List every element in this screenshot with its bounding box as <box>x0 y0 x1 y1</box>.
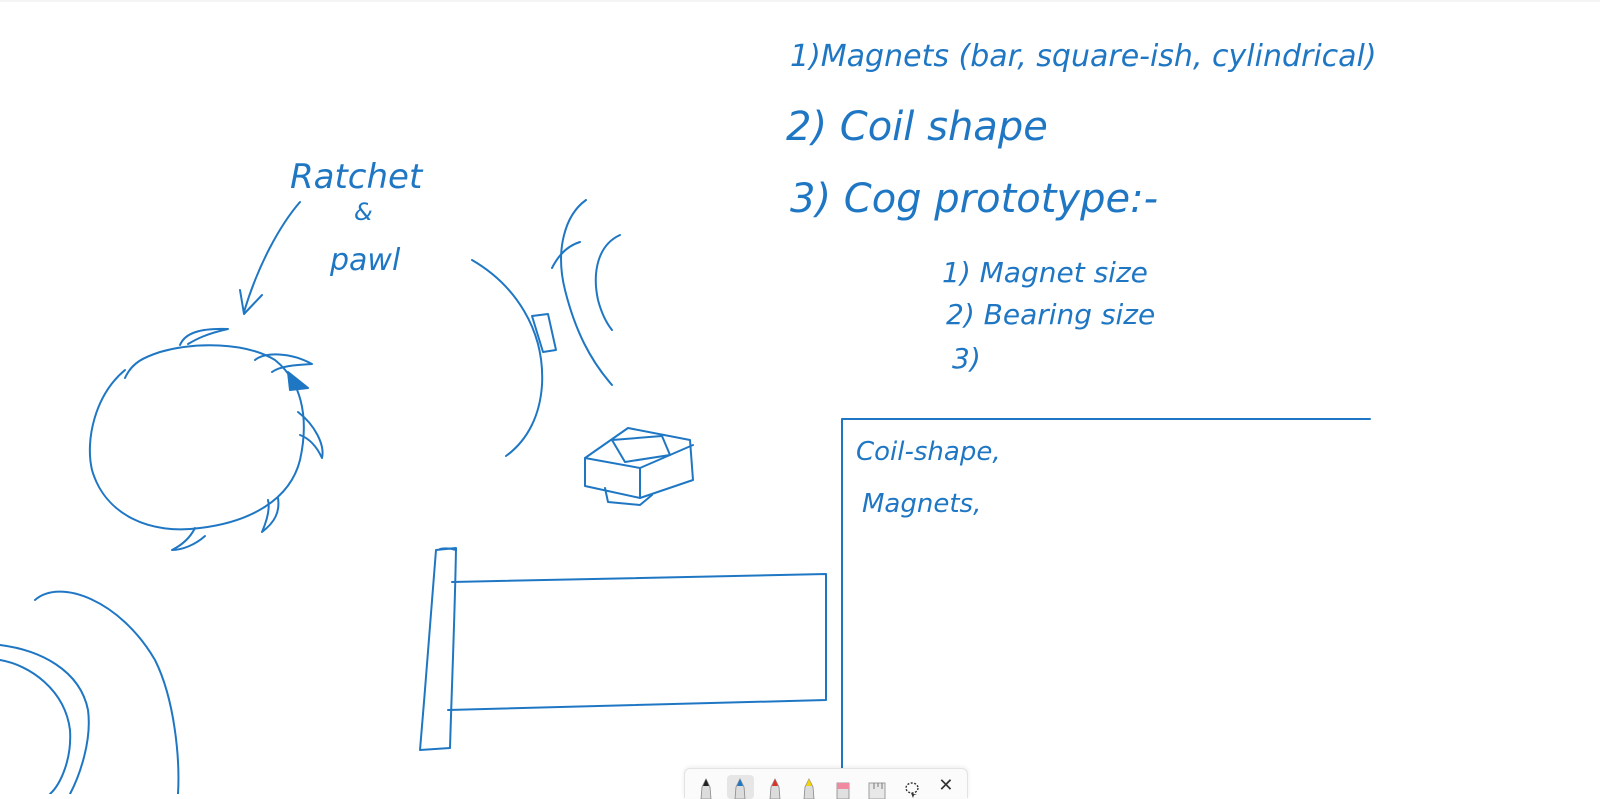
lasso-select-button[interactable] <box>899 775 925 799</box>
sketch-label-pawl: pawl <box>329 243 401 278</box>
note-sub-2: 2) Bearing size <box>946 298 1155 331</box>
highlighter-yellow-button[interactable] <box>796 775 822 799</box>
ruler-button[interactable] <box>864 775 890 799</box>
highlighter-yellow-icon <box>803 778 815 799</box>
box-note-1: Coil-shape, <box>856 437 1001 467</box>
pen-red-tool-button[interactable] <box>762 775 788 799</box>
note-line-3: 3) Cog prototype:- <box>790 176 1158 222</box>
note-sub-3: 3) <box>952 342 981 375</box>
ruler-icon <box>868 782 886 799</box>
note-line-2: 2) Coil shape <box>786 104 1048 150</box>
bottom-left-arcs[interactable] <box>0 590 180 794</box>
pen-black-tool-button[interactable] <box>693 775 719 799</box>
pen-blue-tool-icon <box>734 778 746 799</box>
pen-black-tool-icon <box>700 778 712 799</box>
eraser-button[interactable] <box>830 775 856 799</box>
pointer-arrow <box>239 201 301 315</box>
pawl-sketch[interactable] <box>471 199 621 457</box>
close-toolbar-button[interactable]: ✕ <box>933 775 959 799</box>
sketch-label-and: & <box>354 198 373 226</box>
rectangle-sketch[interactable] <box>419 547 827 751</box>
whiteboard-canvas[interactable]: Ratchet & pawl 1)Magnets (bar, square-is… <box>0 0 1600 794</box>
box-note-2: Magnets, <box>862 489 981 519</box>
cog-block-sketch[interactable] <box>584 427 694 506</box>
notes-box <box>841 418 1371 794</box>
sketch-label-ratchet: Ratchet <box>290 157 424 197</box>
pen-red-tool-icon <box>769 778 781 799</box>
ratchet-wheel-sketch[interactable] <box>88 327 324 551</box>
note-line-1: 1)Magnets (bar, square-ish, cylindrical) <box>790 39 1377 74</box>
close-icon: ✕ <box>938 775 954 796</box>
lasso-select-icon <box>904 782 919 798</box>
pen-blue-tool-button[interactable] <box>727 775 754 799</box>
note-sub-1: 1) Magnet size <box>942 256 1148 289</box>
eraser-icon <box>836 782 850 799</box>
